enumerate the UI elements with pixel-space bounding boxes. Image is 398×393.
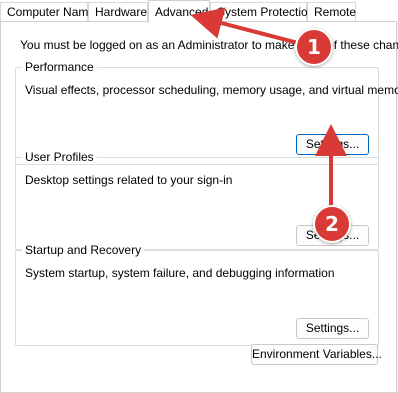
startup-recovery-group: Startup and Recovery System startup, sys… bbox=[15, 243, 379, 346]
performance-title: Performance bbox=[22, 60, 97, 74]
tab-advanced[interactable]: Advanced bbox=[148, 0, 210, 23]
admin-notice: You must be logged on as an Administrato… bbox=[20, 38, 398, 52]
user-profiles-title: User Profiles bbox=[22, 150, 97, 164]
performance-description: Visual effects, processor scheduling, me… bbox=[25, 83, 398, 97]
step-2-badge: 2 bbox=[313, 205, 351, 243]
startup-recovery-description: System startup, system failure, and debu… bbox=[25, 266, 335, 280]
tab-system-protection[interactable]: System Protection bbox=[210, 2, 314, 21]
startup-recovery-title: Startup and Recovery bbox=[22, 243, 145, 257]
system-properties-dialog: Computer Name Hardware Advanced System P… bbox=[0, 0, 398, 393]
step-1-badge: 1 bbox=[295, 28, 333, 66]
performance-settings-button[interactable]: Settings... bbox=[296, 134, 369, 155]
tab-hardware[interactable]: Hardware bbox=[88, 2, 148, 21]
startup-recovery-settings-button[interactable]: Settings... bbox=[296, 318, 369, 339]
user-profiles-description: Desktop settings related to your sign-in bbox=[25, 173, 233, 187]
tab-remote[interactable]: Remote bbox=[307, 2, 356, 21]
tab-strip: Computer Name Hardware Advanced System P… bbox=[0, 0, 398, 23]
tab-computer-name[interactable]: Computer Name bbox=[0, 2, 95, 21]
environment-variables-button[interactable]: Environment Variables... bbox=[251, 344, 382, 365]
